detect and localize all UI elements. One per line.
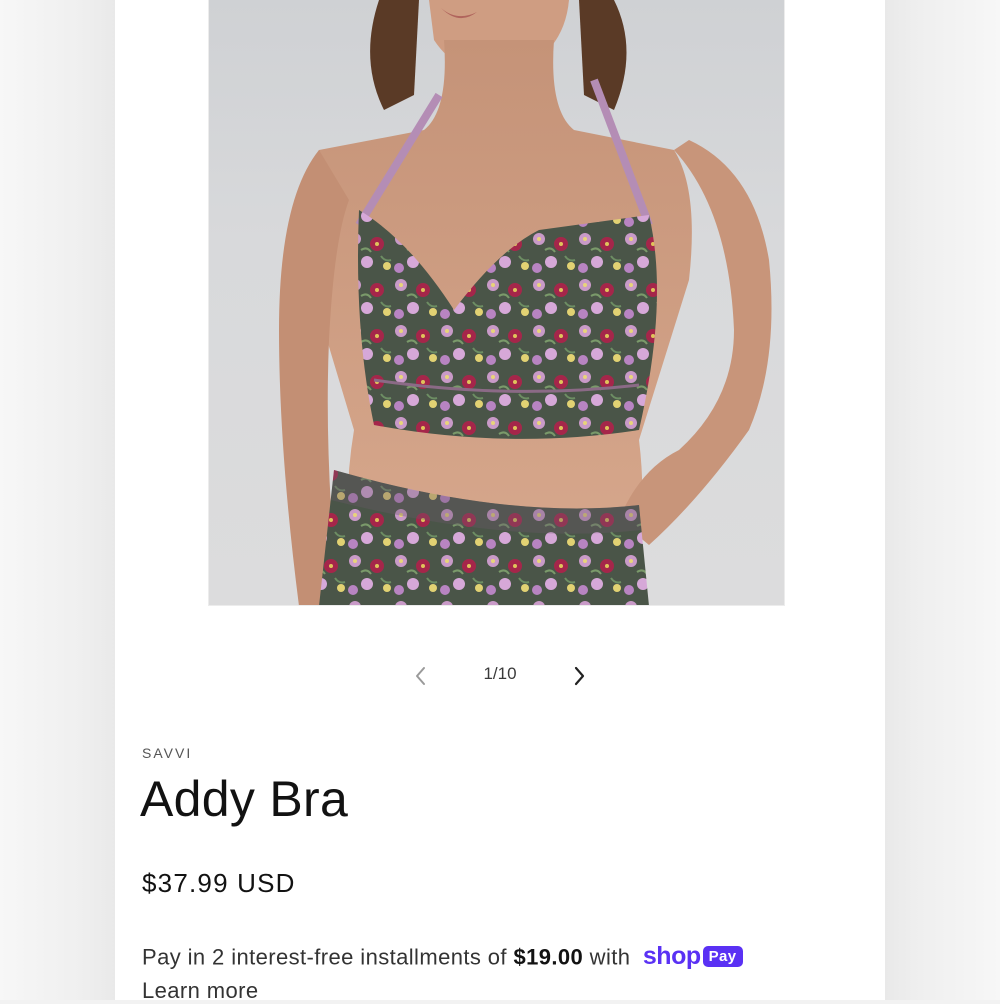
installments-text: Pay in 2 interest-free installments of [142,944,507,970]
chevron-left-icon[interactable] [405,660,437,692]
installments-with: with [589,944,631,970]
chevron-right-icon[interactable] [563,660,595,692]
gallery-counter: 1/10 [483,664,517,683]
learn-more-link[interactable]: Learn more [142,978,259,1004]
product-page: 1/10 SAVVI Addy Bra $37.99 USD Pay in 2 … [115,0,885,1003]
gallery-slider-nav: 1/10 [395,656,605,696]
shop-pay-badge: Pay [702,946,743,967]
product-image[interactable] [208,0,785,606]
installment-amount: $19.00 [513,944,584,970]
product-vendor: SAVVI [142,745,193,761]
shop-pay-wordmark: shop [642,942,701,970]
page-margin-right [885,0,1000,1000]
shop-pay-installments: Pay in 2 interest-free installments of $… [142,942,743,973]
product-photo-illustration [279,0,772,605]
product-title: Addy Bra [140,771,349,827]
product-price: $37.99 USD [142,868,296,898]
shop-pay-logo: shop Pay [643,942,743,971]
page-margin-left [0,0,115,1000]
